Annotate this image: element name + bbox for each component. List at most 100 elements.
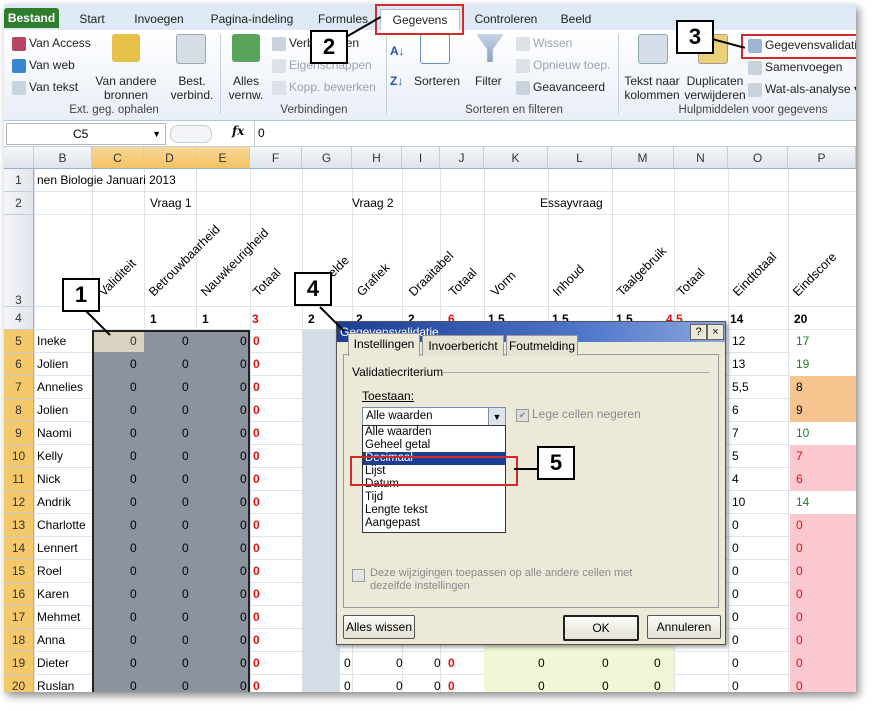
column-header-m[interactable]: M	[612, 147, 674, 169]
score-cell[interactable]: 0	[130, 518, 137, 532]
total-cell[interactable]: 0	[253, 541, 260, 555]
row-header-2[interactable]: 2	[4, 192, 34, 215]
option-lengte-tekst[interactable]: Lengte tekst	[363, 504, 505, 517]
score-cell[interactable]: 0	[182, 334, 189, 348]
row-header-14[interactable]: 14	[4, 537, 34, 560]
score-cell[interactable]: 0	[240, 380, 247, 394]
score-cell[interactable]: 0	[182, 380, 189, 394]
tab-pagina-indeling[interactable]: Pagina-indeling	[202, 9, 302, 29]
total-cell[interactable]: 0	[253, 610, 260, 624]
score-cell[interactable]: 0	[240, 518, 247, 532]
eindtotaal-cell[interactable]: 0	[732, 518, 739, 532]
row-header-18[interactable]: 18	[4, 629, 34, 652]
score-cell[interactable]: 0	[130, 357, 137, 371]
score-cell[interactable]: 0	[130, 610, 137, 624]
from-access-button[interactable]: Van Access	[12, 36, 91, 51]
student-name[interactable]: Annelies	[37, 380, 83, 394]
score-cell[interactable]: 0	[240, 472, 247, 486]
what-if-button[interactable]: Wat-als-analyse ▾	[748, 82, 856, 97]
row-header-9[interactable]: 9	[4, 422, 34, 445]
eindtotaal-cell[interactable]: 0	[732, 633, 739, 647]
student-name[interactable]: Ineke	[37, 334, 66, 348]
eindscore-cell[interactable]: 10	[790, 422, 856, 445]
eindscore-cell[interactable]: 0	[790, 675, 856, 692]
score-cell[interactable]: 0	[130, 679, 137, 692]
from-text-button[interactable]: Van tekst	[12, 80, 78, 95]
eindtotaal-cell[interactable]: 0	[732, 656, 739, 670]
row-header-4[interactable]: 4	[4, 307, 34, 330]
score-cell[interactable]: 0	[130, 633, 137, 647]
score-cell[interactable]: 0	[240, 564, 247, 578]
score-cell[interactable]: 0	[240, 587, 247, 601]
eindtotaal-cell[interactable]: 0	[732, 679, 739, 692]
tab-start[interactable]: Start	[68, 9, 116, 29]
score-cell[interactable]: 0	[240, 633, 247, 647]
clear-filter-button[interactable]: Wissen	[516, 36, 572, 51]
student-name[interactable]: Kelly	[37, 449, 63, 463]
eindscore-cell[interactable]: 0	[790, 629, 856, 652]
eindtotaal-cell[interactable]: 7	[732, 426, 739, 440]
score-cell[interactable]: 0	[182, 564, 189, 578]
eindscore-cell[interactable]: 6	[790, 468, 856, 491]
score-cell[interactable]: 0	[182, 495, 189, 509]
eindtotaal-cell[interactable]: 0	[732, 541, 739, 555]
score-cell[interactable]: 0	[182, 633, 189, 647]
clear-all-button[interactable]: Alles wissen	[343, 615, 415, 639]
tab-foutmelding[interactable]: Foutmelding	[506, 335, 578, 356]
eindscore-cell[interactable]: 14	[790, 491, 856, 514]
eindscore-cell[interactable]: 0	[790, 560, 856, 583]
filter-button[interactable]: Filter	[475, 74, 502, 88]
score-cell[interactable]: 0	[130, 472, 137, 486]
column-header-c[interactable]: C	[92, 147, 144, 169]
score-cell[interactable]: 0	[396, 656, 403, 670]
student-name[interactable]: Dieter	[37, 656, 69, 670]
score-cell[interactable]: 0	[240, 426, 247, 440]
eindtotaal-cell[interactable]: 10	[732, 495, 745, 509]
option-tijd[interactable]: Tijd	[363, 491, 505, 504]
row-header-8[interactable]: 8	[4, 399, 34, 422]
close-button[interactable]: ×	[707, 324, 724, 340]
score-cell[interactable]: 0	[130, 380, 137, 394]
total-cell[interactable]: 0	[253, 633, 260, 647]
score-cell[interactable]: 0	[130, 334, 137, 348]
score-cell[interactable]: 0	[240, 334, 247, 348]
option-geheel-getal[interactable]: Geheel getal	[363, 439, 505, 452]
score-cell[interactable]: 0	[182, 679, 189, 692]
column-header-h[interactable]: H	[352, 147, 402, 169]
eindscore-cell[interactable]: 0	[790, 537, 856, 560]
eindtotaal-cell[interactable]: 5,5	[732, 380, 749, 394]
total-cell[interactable]: 0	[253, 403, 260, 417]
eindscore-cell[interactable]: 0	[790, 652, 856, 675]
total-cell[interactable]: 0	[253, 472, 260, 486]
score-cell[interactable]: 0	[434, 656, 441, 670]
eindscore-cell[interactable]: 8	[790, 376, 856, 399]
score-cell[interactable]: 0	[538, 656, 545, 670]
eindscore-cell[interactable]: 9	[790, 399, 856, 422]
eindtotaal-cell[interactable]: 4	[732, 472, 739, 486]
score-cell[interactable]: 0	[240, 610, 247, 624]
eindscore-cell[interactable]: 0	[790, 514, 856, 537]
student-name[interactable]: Mehmet	[37, 610, 80, 624]
column-header-f[interactable]: F	[250, 147, 302, 169]
eindscore-cell[interactable]: 0	[790, 606, 856, 629]
row-header-3[interactable]: 3	[4, 215, 34, 307]
score-cell[interactable]: 0	[182, 656, 189, 670]
score-cell[interactable]: 0	[434, 679, 441, 692]
row-header-20[interactable]: 20	[4, 675, 34, 692]
student-name[interactable]: Charlotte	[37, 518, 86, 532]
score-cell[interactable]: 0	[240, 679, 247, 692]
score-cell[interactable]: 0	[602, 656, 609, 670]
total-cell[interactable]: 0	[253, 518, 260, 532]
row-header-12[interactable]: 12	[4, 491, 34, 514]
total-cell[interactable]: 0	[253, 564, 260, 578]
score-cell[interactable]: 0	[182, 518, 189, 532]
row-header-11[interactable]: 11	[4, 468, 34, 491]
score-cell[interactable]: 0	[240, 495, 247, 509]
tab-invoegen[interactable]: Invoegen	[124, 9, 194, 29]
ignore-blank-checkbox[interactable]: ✔	[516, 409, 529, 422]
eindscore-cell[interactable]: 0	[790, 583, 856, 606]
row-header-1[interactable]: 1	[4, 169, 34, 192]
remove-duplicates-button[interactable]: Duplicaten verwijderen	[684, 74, 746, 102]
fx-icon[interactable]: fx	[232, 124, 244, 138]
column-header-j[interactable]: J	[440, 147, 484, 169]
